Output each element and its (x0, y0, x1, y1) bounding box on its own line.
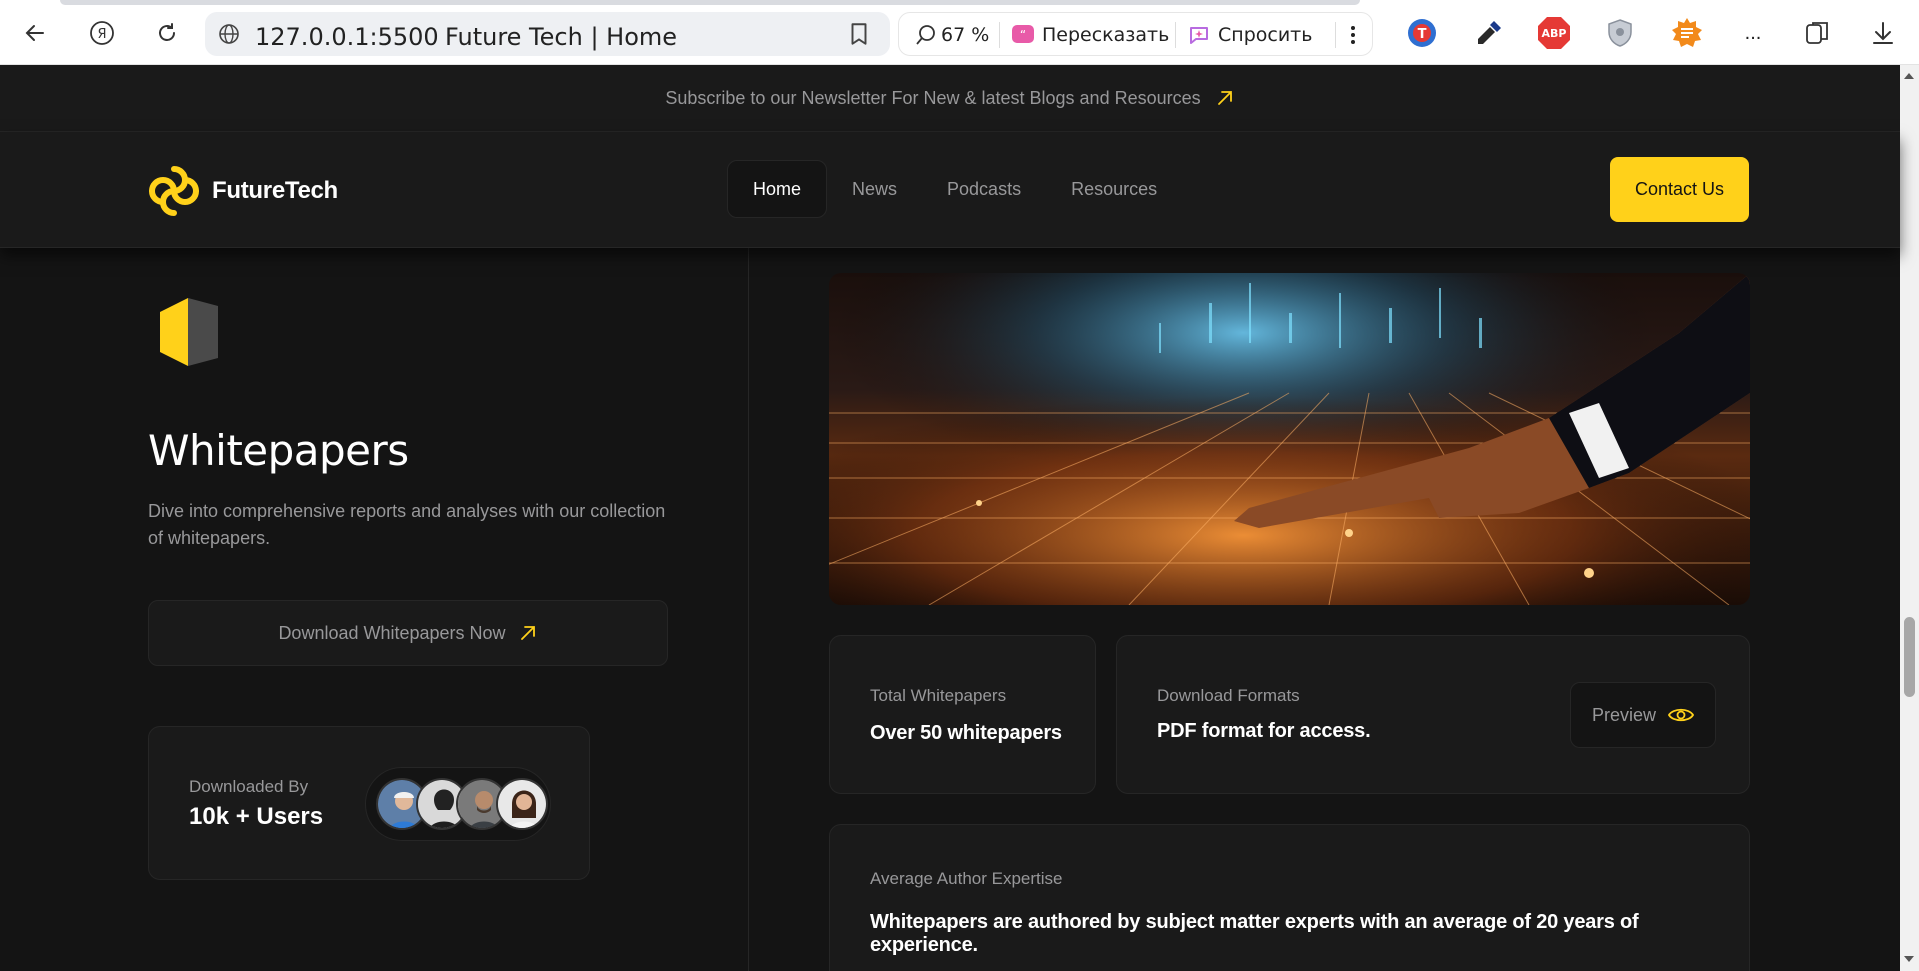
nav-home[interactable]: Home (727, 160, 828, 218)
retell-button[interactable]: Пересказать (1042, 24, 1169, 46)
main-nav: Home News Podcasts Resources (727, 160, 1182, 218)
avatar (496, 778, 548, 830)
download-formats-value: PDF format for access. (1157, 720, 1371, 742)
browser-toolbar: Я 127.0.0.1:5500 Future Tech | Home 67 %… (0, 0, 1919, 65)
translate-extension-button[interactable]: T (1405, 16, 1439, 50)
whitepapers-title: Whitepapers (148, 426, 409, 475)
zoom-level[interactable]: 67 % (941, 24, 989, 46)
nav-podcasts[interactable]: Podcasts (922, 160, 1046, 218)
more-extensions-button[interactable]: ... (1736, 16, 1770, 50)
ask-button[interactable]: Спросить (1218, 24, 1312, 46)
arrow-up-right-icon (1217, 91, 1232, 105)
downloaded-by-value: 10k + Users (189, 803, 324, 830)
svg-text:Я: Я (97, 27, 106, 42)
adblock-extension-button[interactable]: ABP (1537, 16, 1571, 50)
site-header: FutureTech Home News Podcasts Resources … (0, 132, 1900, 248)
download-formats-card: Download Formats PDF format for access. … (1116, 635, 1750, 794)
svg-text:“: “ (1020, 28, 1026, 42)
globe-icon (219, 24, 239, 44)
download-whitepapers-button[interactable]: Download Whitepapers Now (148, 600, 668, 666)
kebab-menu-icon[interactable] (1347, 23, 1359, 47)
preview-button[interactable]: Preview (1570, 682, 1716, 748)
page-title-text: Future Tech | Home (445, 23, 678, 51)
contact-us-button[interactable]: Contact Us (1610, 157, 1749, 222)
svg-text:T: T (1418, 27, 1427, 42)
tab-strip (60, 0, 1360, 5)
nav-news[interactable]: News (827, 160, 922, 218)
shield-icon (1608, 19, 1632, 47)
assistant-toolbar: 67 % “ Пересказать Спросить (898, 12, 1373, 56)
downloads-button[interactable] (1866, 16, 1900, 50)
yandex-button[interactable]: Я (85, 16, 119, 50)
user-avatars (365, 767, 551, 841)
sun-extension-button[interactable] (1670, 16, 1704, 50)
back-arrow-icon (25, 25, 44, 41)
arrow-up-right-icon (520, 626, 535, 640)
scroll-down-arrow[interactable] (1904, 956, 1914, 962)
adblock-icon: ABP (1538, 17, 1570, 49)
author-expertise-label: Average Author Expertise (870, 869, 1063, 888)
brand-logo[interactable]: FutureTech (148, 165, 338, 217)
reload-button[interactable] (150, 16, 184, 50)
yandex-icon: Я (90, 21, 114, 45)
total-whitepapers-label: Total Whitepapers (870, 686, 1007, 705)
bookmark-icon[interactable] (846, 21, 872, 47)
total-whitepapers-value: Over 50 whitepapers (870, 722, 1062, 744)
url-text: 127.0.0.1:5500 (255, 23, 439, 51)
sun-badge-icon (1672, 18, 1702, 47)
column-divider (748, 248, 749, 971)
eyedropper-icon (1478, 21, 1501, 44)
whitepapers-icon (160, 298, 218, 366)
ask-icon (1190, 27, 1208, 44)
download-whitepapers-label: Download Whitepapers Now (278, 622, 506, 643)
back-button[interactable] (18, 16, 52, 50)
download-icon (1873, 22, 1893, 44)
download-formats-label: Download Formats (1157, 686, 1300, 705)
newsletter-bar[interactable]: Subscribe to our Newsletter For New & la… (0, 65, 1900, 132)
scrollbar-thumb[interactable] (1904, 617, 1915, 697)
whitepapers-section: Whitepapers Dive into comprehensive repo… (0, 248, 1900, 971)
eye-icon (1668, 708, 1695, 722)
tabs-icon (1806, 22, 1828, 44)
reload-icon (159, 23, 175, 41)
translate-extension-icon: T (1408, 19, 1436, 47)
nav-resources[interactable]: Resources (1046, 160, 1182, 218)
color-picker-extension-button[interactable] (1472, 16, 1506, 50)
downloaded-by-card: Downloaded By 10k + Users (148, 726, 590, 880)
address-bar[interactable]: 127.0.0.1:5500 Future Tech | Home (205, 12, 890, 56)
scroll-up-arrow[interactable] (1904, 73, 1914, 79)
preview-label: Preview (1591, 704, 1657, 725)
svg-text:ABP: ABP (1542, 27, 1567, 40)
search-zoom-icon (916, 25, 935, 45)
newsletter-text[interactable]: Subscribe to our Newsletter For New & la… (665, 88, 1200, 109)
whitepapers-hero-image (829, 273, 1750, 605)
whitepapers-description: Dive into comprehensive reports and anal… (148, 501, 666, 548)
shield-extension-button[interactable] (1603, 16, 1637, 50)
total-whitepapers-card: Total Whitepapers Over 50 whitepapers (829, 635, 1096, 794)
retell-icon: “ (1012, 25, 1034, 43)
author-expertise-value: Whitepapers are authored by subject matt… (870, 911, 1639, 956)
futuretech-logo-icon (149, 166, 199, 216)
page-scrollbar[interactable] (1900, 65, 1919, 971)
brand-name: FutureTech (212, 177, 338, 204)
tabs-button[interactable] (1801, 16, 1835, 50)
downloaded-by-label: Downloaded By (189, 777, 309, 796)
author-expertise-card: Average Author Expertise Whitepapers are… (829, 824, 1750, 971)
